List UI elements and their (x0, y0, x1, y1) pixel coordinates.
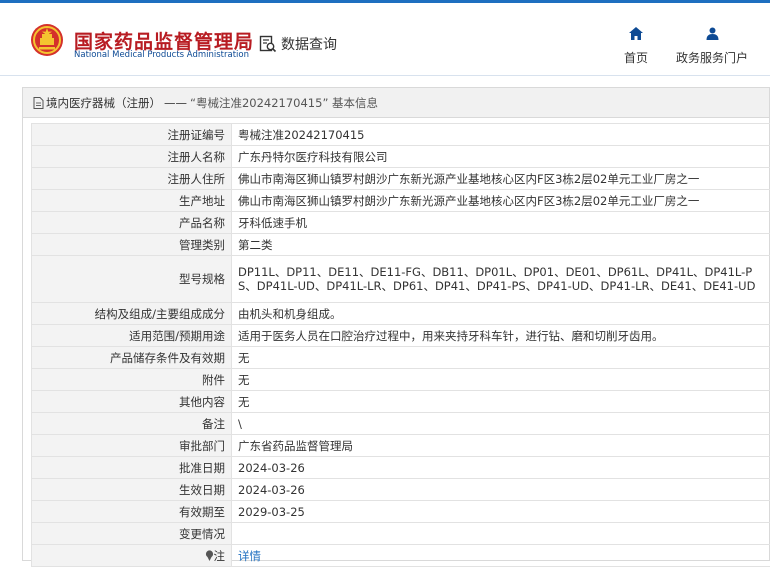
field-label: 审批部门 (31, 434, 232, 457)
field-label: 注册人名称 (31, 145, 232, 168)
table-row: 审批部门 广东省药品监督管理局 (31, 434, 770, 457)
field-label: 附件 (31, 368, 232, 391)
field-value (231, 522, 770, 545)
details-link[interactable]: 详情 (238, 549, 261, 563)
field-value: 广东丹特尔医疗科技有限公司 (231, 145, 770, 168)
note-key: 注 (213, 548, 226, 563)
table-row: 注册证编号 粤械注准20242170415 (31, 123, 770, 146)
field-label: 变更情况 (31, 522, 232, 545)
nav-home-label: 首页 (623, 51, 648, 65)
field-label: 有效期至 (31, 500, 232, 523)
note-value: 详情 (231, 544, 770, 567)
table-row: 管理类别 第二类 (31, 233, 770, 256)
nav-service-portal[interactable]: 政务服务门户 (673, 27, 751, 66)
table-row: 生产地址 佛山市南海区狮山镇罗村朗沙广东新光源产业基地核心区内F区3栋2层02单元… (31, 189, 770, 212)
field-label: 生产地址 (31, 189, 232, 212)
field-value: 2024-03-26 (231, 478, 770, 501)
detail-panel: 境内医疗器械（注册） —— “粤械注准20242170415” 基本信息 注册证… (22, 87, 770, 567)
field-value: 广东省药品监督管理局 (231, 434, 770, 457)
field-label: 型号规格 (31, 255, 232, 303)
note-label: 注 (31, 544, 232, 567)
table-row: 注 详情 (31, 544, 770, 567)
table-row: 其他内容无 (31, 390, 770, 413)
table-row: 型号规格 DP11L、DP11、DE11、DE11-FG、DB11、DP01L、D… (31, 255, 770, 303)
breadcrumb-title: “粤械注准20242170415” 基本信息 (190, 95, 379, 110)
home-icon (629, 27, 643, 40)
table-row: 变更情况 (31, 522, 770, 545)
field-label: 其他内容 (31, 390, 232, 413)
field-value: 第二类 (231, 233, 770, 256)
document-icon (33, 96, 44, 109)
breadcrumb-category[interactable]: 境内医疗器械（注册） (46, 95, 161, 111)
site-header: 国家药品监督管理局 National Medical Products Admi… (0, 3, 770, 76)
table-row: 备注 \ (31, 412, 770, 435)
table-row: 适用范围/预期用途 适用于医务人员在口腔治疗过程中，用来夹持牙科车针，进行钻、磨和… (31, 324, 770, 347)
data-query-label: 数据查询 (281, 37, 337, 53)
table-row: 产品名称 牙科低速手机 (31, 211, 770, 234)
field-label: 管理类别 (31, 233, 232, 256)
table-row: 有效期至 2029-03-25 (31, 500, 770, 523)
table-row: 生效日期 2024-03-26 (31, 478, 770, 501)
field-label: 产品储存条件及有效期 (31, 346, 232, 369)
user-icon (706, 27, 718, 40)
table-row: 结构及组成/主要组成成分 由机头和机身组成。 (31, 302, 770, 325)
table-row: 附件无 (31, 368, 770, 391)
field-label: 注册证编号 (31, 123, 232, 146)
breadcrumb-separator: —— (164, 95, 187, 110)
field-value: 佛山市南海区狮山镇罗村朗沙广东新光源产业基地核心区内F区3栋2层02单元工业厂房… (231, 167, 770, 190)
field-label: 适用范围/预期用途 (31, 324, 232, 347)
field-value: 无 (231, 368, 770, 391)
table-row: 注册人住所 佛山市南海区狮山镇罗村朗沙广东新光源产业基地核心区内F区3栋2层02单… (31, 167, 770, 190)
field-value: 适用于医务人员在口腔治疗过程中，用来夹持牙科车针，进行钻、磨和切削牙齿用。 (231, 324, 770, 347)
field-label: 注册人住所 (31, 167, 232, 190)
field-value: \ (231, 412, 770, 435)
field-value: 佛山市南海区狮山镇罗村朗沙广东新光源产业基地核心区内F区3栋2层02单元工业厂房… (231, 189, 770, 212)
site-title-en: National Medical Products Administration (74, 50, 249, 60)
field-value: DP11L、DP11、DE11、DE11-FG、DB11、DP01L、DP01、… (231, 255, 770, 303)
field-label: 结构及组成/主要组成成分 (31, 302, 232, 325)
detail-table: 注册证编号 粤械注准20242170415 注册人名称 广东丹特尔医疗科技有限公司 … (31, 123, 770, 567)
national-emblem-logo[interactable] (30, 23, 64, 57)
field-value: 无 (231, 346, 770, 369)
data-query-link[interactable]: 数据查询 (259, 33, 337, 55)
table-row: 产品储存条件及有效期无 (31, 346, 770, 369)
field-label: 生效日期 (31, 478, 232, 501)
field-label: 备注 (31, 412, 232, 435)
field-value: 由机头和机身组成。 (231, 302, 770, 325)
field-label: 产品名称 (31, 211, 232, 234)
nav-service-portal-label: 政务服务门户 (675, 51, 748, 65)
field-value: 粤械注准20242170415 (231, 123, 770, 146)
panel-header: 境内医疗器械（注册） —— “粤械注准20242170415” 基本信息 (23, 88, 769, 118)
field-label: 批准日期 (31, 456, 232, 479)
field-value: 无 (231, 390, 770, 413)
pin-icon (205, 549, 213, 561)
document-search-icon (259, 35, 277, 53)
nav-home[interactable]: 首页 (618, 27, 654, 66)
table-row: 注册人名称 广东丹特尔医疗科技有限公司 (31, 145, 770, 168)
table-row: 批准日期 2024-03-26 (31, 456, 770, 479)
field-value: 2029-03-25 (231, 500, 770, 523)
field-value: 牙科低速手机 (231, 211, 770, 234)
field-value: 2024-03-26 (231, 456, 770, 479)
